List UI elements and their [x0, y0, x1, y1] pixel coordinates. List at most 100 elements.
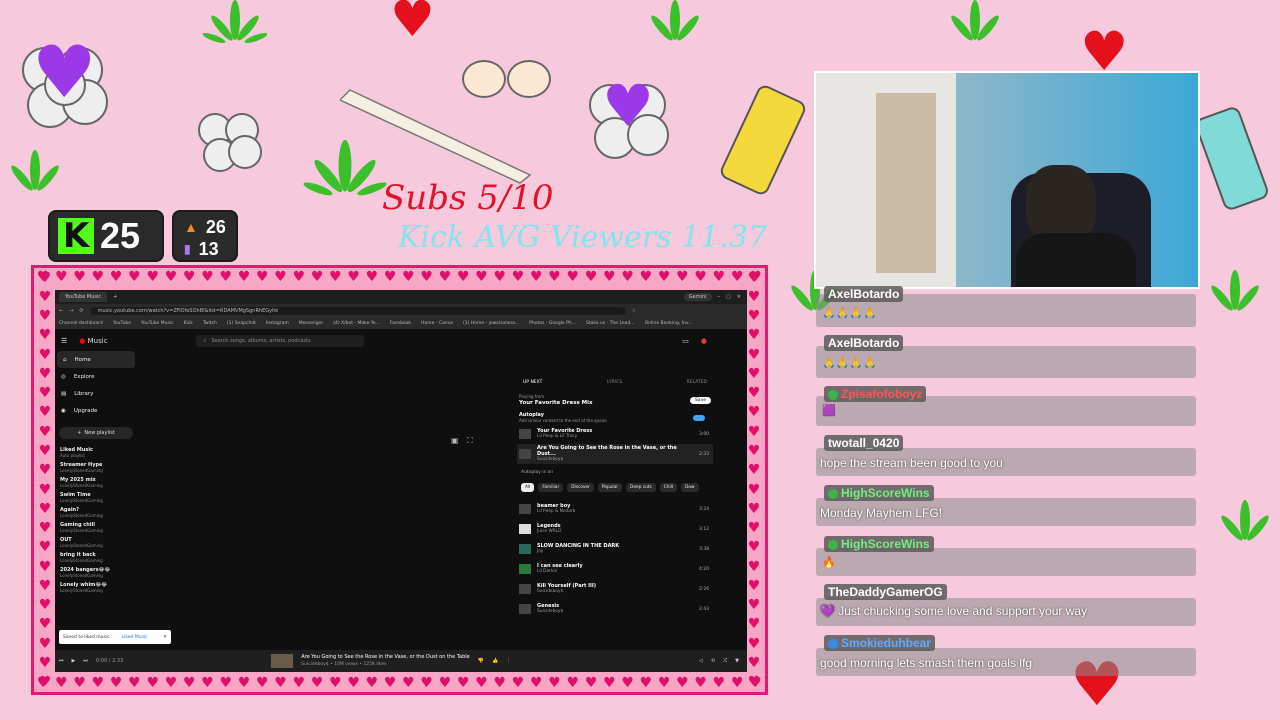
bookmark-item[interactable]: Photos - Google Ph... [529, 321, 576, 326]
tab-related[interactable]: RELATED [687, 380, 707, 390]
cast-icon[interactable]: ▭ [682, 337, 689, 345]
miniplayer-icon[interactable]: ▣ [451, 436, 459, 445]
bookmarks-bar: Channel dashboard YouTube YouTube Music … [55, 318, 747, 330]
sidebar-item-label: Upgrade [73, 407, 98, 414]
queue-item[interactable]: Kill Yourself (Part III) Suicideboy$ 2:26 [517, 579, 713, 599]
repeat-icon[interactable]: ⟲ [711, 658, 715, 664]
close-icon[interactable]: ✕ [163, 635, 167, 640]
bookmark-item[interactable]: Home - Canva [421, 321, 453, 326]
playlist-item[interactable]: 2024 bangers😂😂 LonelyStonedGaming [55, 567, 137, 579]
queue-item[interactable]: Genesis Suicideboy$ 2:43 [517, 599, 713, 619]
queue-item[interactable]: I can see clearly Lil Darkie 4:20 [517, 559, 713, 579]
tab-lyrics[interactable]: LYRICS [607, 380, 622, 390]
new-playlist-button[interactable]: + New playlist [59, 427, 133, 439]
browser-tab-bar: YouTube Music + Gemini – ▢ ✕ [55, 290, 747, 304]
bookmark-item[interactable]: (1) Home - jews/solana... [463, 321, 519, 326]
sub-badge-icon [828, 638, 838, 649]
maximize-icon[interactable]: ▢ [726, 294, 731, 300]
fullscreen-icon[interactable]: ⛶ [467, 436, 473, 445]
chip-popular[interactable]: Popular [597, 482, 623, 492]
sidebar-item-explore[interactable]: ◎ Explore [55, 368, 137, 385]
bookmark-item[interactable]: Stake.us - The Lead... [586, 321, 635, 326]
autoplay-toggle[interactable] [693, 415, 705, 421]
sidebar-item-library[interactable]: ▤ Library [55, 385, 137, 402]
chat-username: HighScoreWins [824, 536, 934, 552]
playlist-item[interactable]: bring it back LonelyStonedGaming [55, 552, 137, 564]
search-icon: ⌕ [203, 338, 207, 344]
track-duration: 3:12 [699, 526, 710, 532]
volume-icon[interactable]: ◁ [699, 658, 703, 664]
playlist-item[interactable]: Streamer Hype LonelyStonedGaming [55, 462, 137, 474]
bookmark-item[interactable]: YouTube Music [141, 321, 174, 326]
next-icon[interactable]: ⏭ [83, 658, 88, 664]
tab-up-next[interactable]: UP NEXT [523, 380, 542, 390]
bookmark-item[interactable]: Instagram [266, 321, 289, 326]
bookmark-item[interactable]: Online Banking, Inv... [645, 321, 693, 326]
bookmark-item[interactable]: YouTube [113, 321, 131, 326]
back-icon[interactable]: ← [59, 308, 63, 314]
chip-more[interactable]: Dow [681, 482, 699, 492]
sidebar-item-upgrade[interactable]: ◉ Upgrade [55, 402, 137, 419]
queue-item[interactable]: Your Favorite Dress Lil Peep & Lil Tracy 3… [517, 424, 713, 444]
chip-discover[interactable]: Discover [567, 482, 594, 492]
gemini-button[interactable]: Gemini [683, 293, 712, 301]
queue-item[interactable]: SLOW DANCING IN THE DARK Joji 3:38 [517, 539, 713, 559]
more-icon[interactable]: ⋮ [506, 658, 511, 664]
bookmark-item[interactable]: (4) X/bot - Make Yo... [333, 321, 380, 326]
star-icon[interactable]: ☆ [632, 308, 636, 314]
save-button[interactable]: Save [689, 396, 711, 404]
toast-link[interactable]: Liked Music [122, 635, 148, 640]
bookmark-item[interactable]: Twitch [203, 321, 217, 326]
ytmusic-sidebar: ⌂ Home ◎ Explore ▤ Library ◉ Upgrade + New pl… [55, 351, 137, 651]
url-field[interactable]: music.youtube.com/watch?v=ZFiOfeSOhBI&li… [89, 307, 626, 315]
bookmark-item[interactable]: Facebook [390, 321, 411, 326]
minimize-icon[interactable]: – [718, 294, 721, 300]
chip-all[interactable]: All [521, 482, 535, 492]
sidebar-item-home[interactable]: ⌂ Home [57, 351, 135, 368]
follower-sub-widget: ▲ 26 ▮ 13 [172, 210, 238, 262]
new-tab-icon[interactable]: + [113, 294, 117, 300]
bookmark-item[interactable]: Messenger [299, 321, 323, 326]
chat-username: AxelBotardo [824, 335, 904, 351]
playlist-item[interactable]: OUT LonelyStonedGaming [55, 537, 137, 549]
thumbnail [519, 429, 531, 439]
playlist-item[interactable]: Again? LonelyStonedGaming [55, 507, 137, 519]
avatar[interactable]: ● [701, 337, 707, 345]
bookmark-item[interactable]: Channel dashboard [59, 321, 103, 326]
play-icon[interactable]: ▶ [72, 658, 76, 664]
bookmark-item[interactable]: (1) Snapchat [227, 321, 256, 326]
menu-icon[interactable]: ☰ [61, 337, 67, 345]
forward-icon[interactable]: → [69, 308, 73, 314]
playlist-item[interactable]: Gaming chill LonelyStonedGaming [55, 522, 137, 534]
chat-text: Monday Mayhem LFG! [820, 506, 943, 520]
expand-icon[interactable]: ▼ [735, 658, 739, 664]
queue-item[interactable]: beamer boy Lil Peep & Nedarb 3:24 [517, 499, 713, 519]
reload-icon[interactable]: ⟳ [79, 308, 83, 314]
previous-icon[interactable]: ⏮ [59, 658, 64, 664]
playlist-item[interactable]: My 2025 mix LonelyStonedGaming [55, 477, 137, 489]
shuffle-icon[interactable]: ⤮ [723, 658, 727, 664]
playlist-item[interactable]: Liked Music Auto playlist [55, 447, 137, 459]
playlist-owner: Auto playlist [60, 453, 85, 458]
playlist-item[interactable]: Lonely whim😂😂 LonelyStonedGaming [55, 582, 137, 594]
dislike-icon[interactable]: 👎 [478, 658, 484, 664]
queue-item[interactable]: Legends Juice WRLD 3:12 [517, 519, 713, 539]
playlist-item[interactable]: Swim Time LonelyStonedGaming [55, 492, 137, 504]
chip-familiar[interactable]: Familiar [538, 482, 564, 492]
kick-viewer-count: 25 [100, 215, 141, 256]
chat-text-content: Just chucking some love and support your… [838, 604, 1088, 618]
like-icon[interactable]: 👍 [492, 658, 498, 664]
autoplay-description: Add similar content to the end of the qu… [519, 418, 607, 423]
ytmusic-logo[interactable]: ● Music [79, 337, 107, 345]
search-input[interactable]: ⌕ Search songs, albums, artists, podcast… [195, 335, 364, 347]
chip-deep-cuts[interactable]: Deep cuts [626, 482, 656, 492]
bookmark-item[interactable]: Kick [184, 321, 193, 326]
browser-window: YouTube Music + Gemini – ▢ ✕ ← → ⟳ music… [55, 290, 747, 672]
playlist-owner: LonelyStonedGaming [60, 573, 103, 578]
browser-tab[interactable]: YouTube Music [59, 292, 108, 302]
close-icon[interactable]: ✕ [737, 294, 741, 300]
chip-chill[interactable]: Chill [659, 482, 678, 492]
queue-item-current[interactable]: Are You Going to See the Rose in the Vas… [517, 444, 713, 464]
lighter-icon [720, 85, 806, 195]
sidebar-item-label: Library [74, 390, 94, 397]
